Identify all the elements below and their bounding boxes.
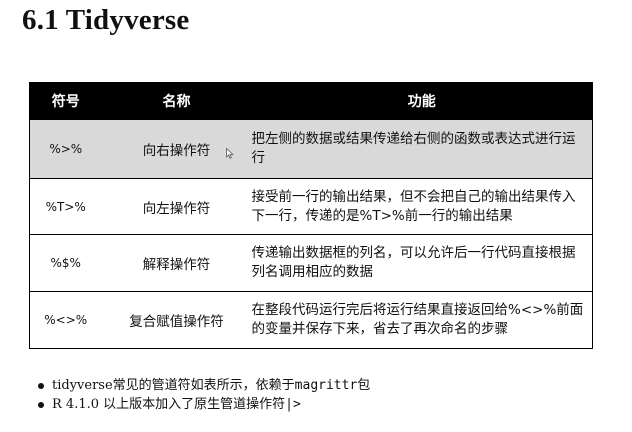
cell-function: 传递输出数据框的列名，可以允许后一行代码直接根据列名调用相应的数据 — [251, 234, 593, 292]
note-text: tidyverse常见的管道符如表所示，依赖于 — [52, 378, 295, 393]
table-row: %<>% 复合赋值操作符 在整段代码运行完后将运行结果直接返回给%<>%前面的变… — [29, 291, 593, 349]
pipe-operator-table: 符号 名称 功能 %>% 向右操作符 把左侧的数据或结果传递给右侧的函数或表达式… — [29, 82, 593, 349]
package-code: magrittr — [294, 378, 358, 393]
cell-symbol: %$% — [29, 234, 102, 292]
cell-name: 向左操作符 — [101, 178, 252, 235]
bullet-icon — [38, 383, 44, 389]
cell-function: 接受前一行的输出结果，但不会把自己的输出结果传入下一行，传递的是%T>%前一行的… — [251, 178, 593, 235]
table-row: %>% 向右操作符 把左侧的数据或结果传递给右侧的函数或表达式进行运行 — [29, 119, 593, 179]
cell-symbol: %<>% — [29, 291, 102, 349]
list-item: R 4.1.0 以上版本加入了原生管道操作符|> — [38, 395, 370, 414]
note-text: R 4.1.0 以上版本加入了原生管道操作符 — [52, 397, 286, 412]
header-function: 功能 — [251, 82, 593, 120]
header-name: 名称 — [101, 82, 252, 120]
cell-function: 在整段代码运行完后将运行结果直接返回给%<>%前面的变量并保存下来，省去了再次命… — [251, 291, 593, 349]
note-tail: 包 — [357, 378, 371, 393]
cell-name: 解释操作符 — [101, 234, 252, 292]
notes-list: tidyverse常见的管道符如表所示，依赖于magrittr包 R 4.1.0… — [38, 376, 370, 414]
slide-title: 6.1 Tidyverse — [22, 4, 190, 36]
bullet-icon — [38, 402, 44, 408]
mouse-pointer-icon — [226, 148, 234, 159]
cell-function: 把左侧的数据或结果传递给右侧的函数或表达式进行运行 — [251, 119, 593, 179]
cell-symbol: %>% — [29, 119, 102, 179]
list-item: tidyverse常见的管道符如表所示，依赖于magrittr包 — [38, 376, 370, 395]
pipe-code: |> — [285, 397, 301, 412]
table-header-row: 符号 名称 功能 — [29, 82, 593, 120]
table-row: %$% 解释操作符 传递输出数据框的列名，可以允许后一行代码直接根据列名调用相应… — [29, 234, 593, 292]
cell-symbol: %T>% — [29, 178, 102, 235]
header-symbol: 符号 — [29, 82, 102, 120]
table-row: %T>% 向左操作符 接受前一行的输出结果，但不会把自己的输出结果传入下一行，传… — [29, 178, 593, 235]
cell-name: 复合赋值操作符 — [101, 291, 252, 349]
